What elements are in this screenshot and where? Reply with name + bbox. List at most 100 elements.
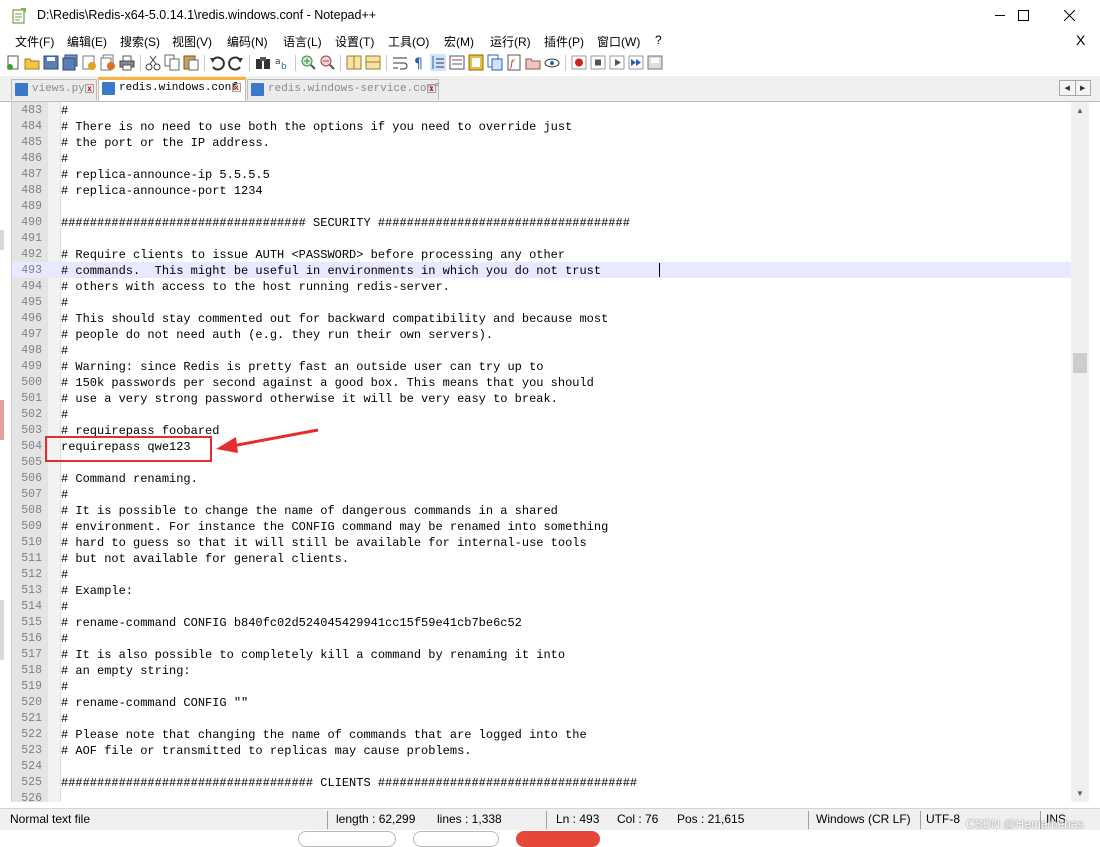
run-macro-multiple-button[interactable]	[628, 54, 644, 71]
editor-line[interactable]: 489	[12, 198, 1072, 214]
editor-line[interactable]: 483 #	[12, 102, 1072, 118]
editor-line[interactable]: 523 # AOF file or transmitted to replicas…	[12, 742, 1072, 758]
editor-line[interactable]: 508 # It is possible to change the name o…	[12, 502, 1072, 518]
word-wrap-button[interactable]	[392, 54, 408, 71]
tab-views-py[interactable]: views.py x	[11, 79, 97, 100]
close-window-button[interactable]	[1046, 0, 1092, 31]
maximize-button[interactable]	[1000, 0, 1046, 31]
editor-line[interactable]: 498 #	[12, 342, 1072, 358]
scroll-down-icon[interactable]: ▼	[1071, 785, 1089, 802]
editor-line[interactable]: 501 # use a very strong password otherwis…	[12, 390, 1072, 406]
open-file-button[interactable]	[24, 54, 40, 71]
sync-horizontal-button[interactable]	[365, 54, 381, 71]
scroll-up-icon[interactable]: ▲	[1071, 102, 1089, 119]
editor-line[interactable]: 492 # Require clients to issue AUTH <PASS…	[12, 246, 1072, 262]
editor-line[interactable]: 495 #	[12, 294, 1072, 310]
editor-line[interactable]: 506 # Command renaming.	[12, 470, 1072, 486]
editor-line[interactable]: 507 #	[12, 486, 1072, 502]
taskbar-button[interactable]	[516, 831, 600, 847]
paste-button[interactable]	[183, 54, 199, 71]
menu-file[interactable]: 文件(F)	[15, 33, 54, 50]
editor-line[interactable]: 515 # rename-command CONFIG b840fc02d5240…	[12, 614, 1072, 630]
taskbar-button[interactable]	[298, 831, 396, 847]
save-button[interactable]	[43, 54, 59, 71]
find-button[interactable]	[255, 54, 271, 71]
document-map-button[interactable]	[468, 54, 484, 71]
close-document-x[interactable]: X	[1076, 32, 1085, 48]
editor-line[interactable]: 512 #	[12, 566, 1072, 582]
menu-help[interactable]: ?	[655, 33, 662, 47]
editor-line[interactable]: 519 #	[12, 678, 1072, 694]
menu-language[interactable]: 语言(L)	[283, 33, 322, 50]
record-macro-button[interactable]	[571, 54, 587, 71]
close-file-button[interactable]	[81, 54, 97, 71]
editor-line[interactable]: 521 #	[12, 710, 1072, 726]
menu-search[interactable]: 搜索(S)	[120, 33, 160, 50]
scroll-thumb[interactable]	[1073, 353, 1087, 373]
editor-line[interactable]: 525 ################################### C…	[12, 774, 1072, 790]
menu-tools[interactable]: 工具(O)	[388, 33, 429, 50]
save-macro-button[interactable]	[647, 54, 663, 71]
undo-button[interactable]	[209, 54, 225, 71]
editor-line[interactable]: 516 #	[12, 630, 1072, 646]
editor-line[interactable]: 494 # others with access to the host runn…	[12, 278, 1072, 294]
sync-vertical-button[interactable]	[346, 54, 362, 71]
tab-close-icon[interactable]: x	[85, 84, 94, 93]
stop-macro-button[interactable]	[590, 54, 606, 71]
editor-line[interactable]: 497 # people do not need auth (e.g. they …	[12, 326, 1072, 342]
redo-button[interactable]	[228, 54, 244, 71]
menu-settings[interactable]: 设置(T)	[335, 33, 374, 50]
show-all-chars-button[interactable]: ¶	[411, 54, 427, 71]
play-macro-button[interactable]	[609, 54, 625, 71]
editor-line[interactable]: 513 # Example:	[12, 582, 1072, 598]
editor-line[interactable]: 487 # replica-announce-ip 5.5.5.5	[12, 166, 1072, 182]
tab-close-icon[interactable]: x	[427, 84, 436, 93]
menu-run[interactable]: 运行(R)	[490, 33, 531, 50]
tab-redis-windows-conf[interactable]: redis.windows.conf x	[98, 77, 246, 101]
editor-line[interactable]: 491	[12, 230, 1072, 246]
print-button[interactable]	[119, 54, 135, 71]
editor-line[interactable]: 490 ################################## SE…	[12, 214, 1072, 230]
editor-line[interactable]: 502 #	[12, 406, 1072, 422]
editor-line[interactable]: 496 # This should stay commented out for …	[12, 310, 1072, 326]
editor-line[interactable]: 500 # 150k passwords per second against a…	[12, 374, 1072, 390]
editor-line[interactable]: 517 # It is also possible to completely k…	[12, 646, 1072, 662]
monitoring-button[interactable]	[544, 54, 560, 71]
tab-scroll-right-icon[interactable]: ▶	[1074, 81, 1091, 95]
new-file-button[interactable]	[5, 54, 21, 71]
editor-line[interactable]: 488 # replica-announce-port 1234	[12, 182, 1072, 198]
editor-line[interactable]: 514 #	[12, 598, 1072, 614]
menu-window[interactable]: 窗口(W)	[597, 33, 640, 50]
indent-guide-button[interactable]	[430, 54, 446, 71]
udl-button[interactable]	[449, 54, 465, 71]
tab-redis-windows-service-conf[interactable]: redis.windows-service.conf x	[247, 79, 440, 100]
zoom-out-button[interactable]	[319, 54, 335, 71]
editor-line[interactable]: 520 # rename-command CONFIG ""	[12, 694, 1072, 710]
document-list-button[interactable]	[487, 54, 503, 71]
editor-line[interactable]: 524	[12, 758, 1072, 774]
editor-line[interactable]: 485 # the port or the IP address.	[12, 134, 1072, 150]
menu-view[interactable]: 视图(V)	[172, 33, 212, 50]
menu-encoding[interactable]: 编码(N)	[227, 33, 268, 50]
menu-plugins[interactable]: 插件(P)	[544, 33, 584, 50]
copy-button[interactable]	[164, 54, 180, 71]
menu-edit[interactable]: 编辑(E)	[67, 33, 107, 50]
editor-line[interactable]: 484 # There is no need to use both the op…	[12, 118, 1072, 134]
editor-line[interactable]: 518 # an empty string:	[12, 662, 1072, 678]
editor-line[interactable]: 526	[12, 790, 1072, 802]
editor-line[interactable]: 509 # environment. For instance the CONFI…	[12, 518, 1072, 534]
save-all-button[interactable]	[62, 54, 78, 71]
tab-scroll-left-icon[interactable]: ◀	[1060, 81, 1075, 95]
editor-line[interactable]: 522 # Please note that changing the name …	[12, 726, 1072, 742]
close-all-button[interactable]	[100, 54, 116, 71]
cut-button[interactable]	[145, 54, 161, 71]
editor-line-current[interactable]: 493 # commands. This might be useful in e…	[12, 262, 1072, 278]
vertical-scrollbar[interactable]: ▲ ▼	[1071, 102, 1089, 802]
editor-line[interactable]: 486 #	[12, 150, 1072, 166]
replace-button[interactable]: ab	[274, 54, 290, 71]
tab-close-icon[interactable]: x	[232, 83, 241, 92]
menu-macro[interactable]: 宏(M)	[444, 33, 474, 50]
editor-line[interactable]: 511 # but not available for general clien…	[12, 550, 1072, 566]
editor-line[interactable]: 499 # Warning: since Redis is pretty fast…	[12, 358, 1072, 374]
zoom-in-button[interactable]	[300, 54, 316, 71]
